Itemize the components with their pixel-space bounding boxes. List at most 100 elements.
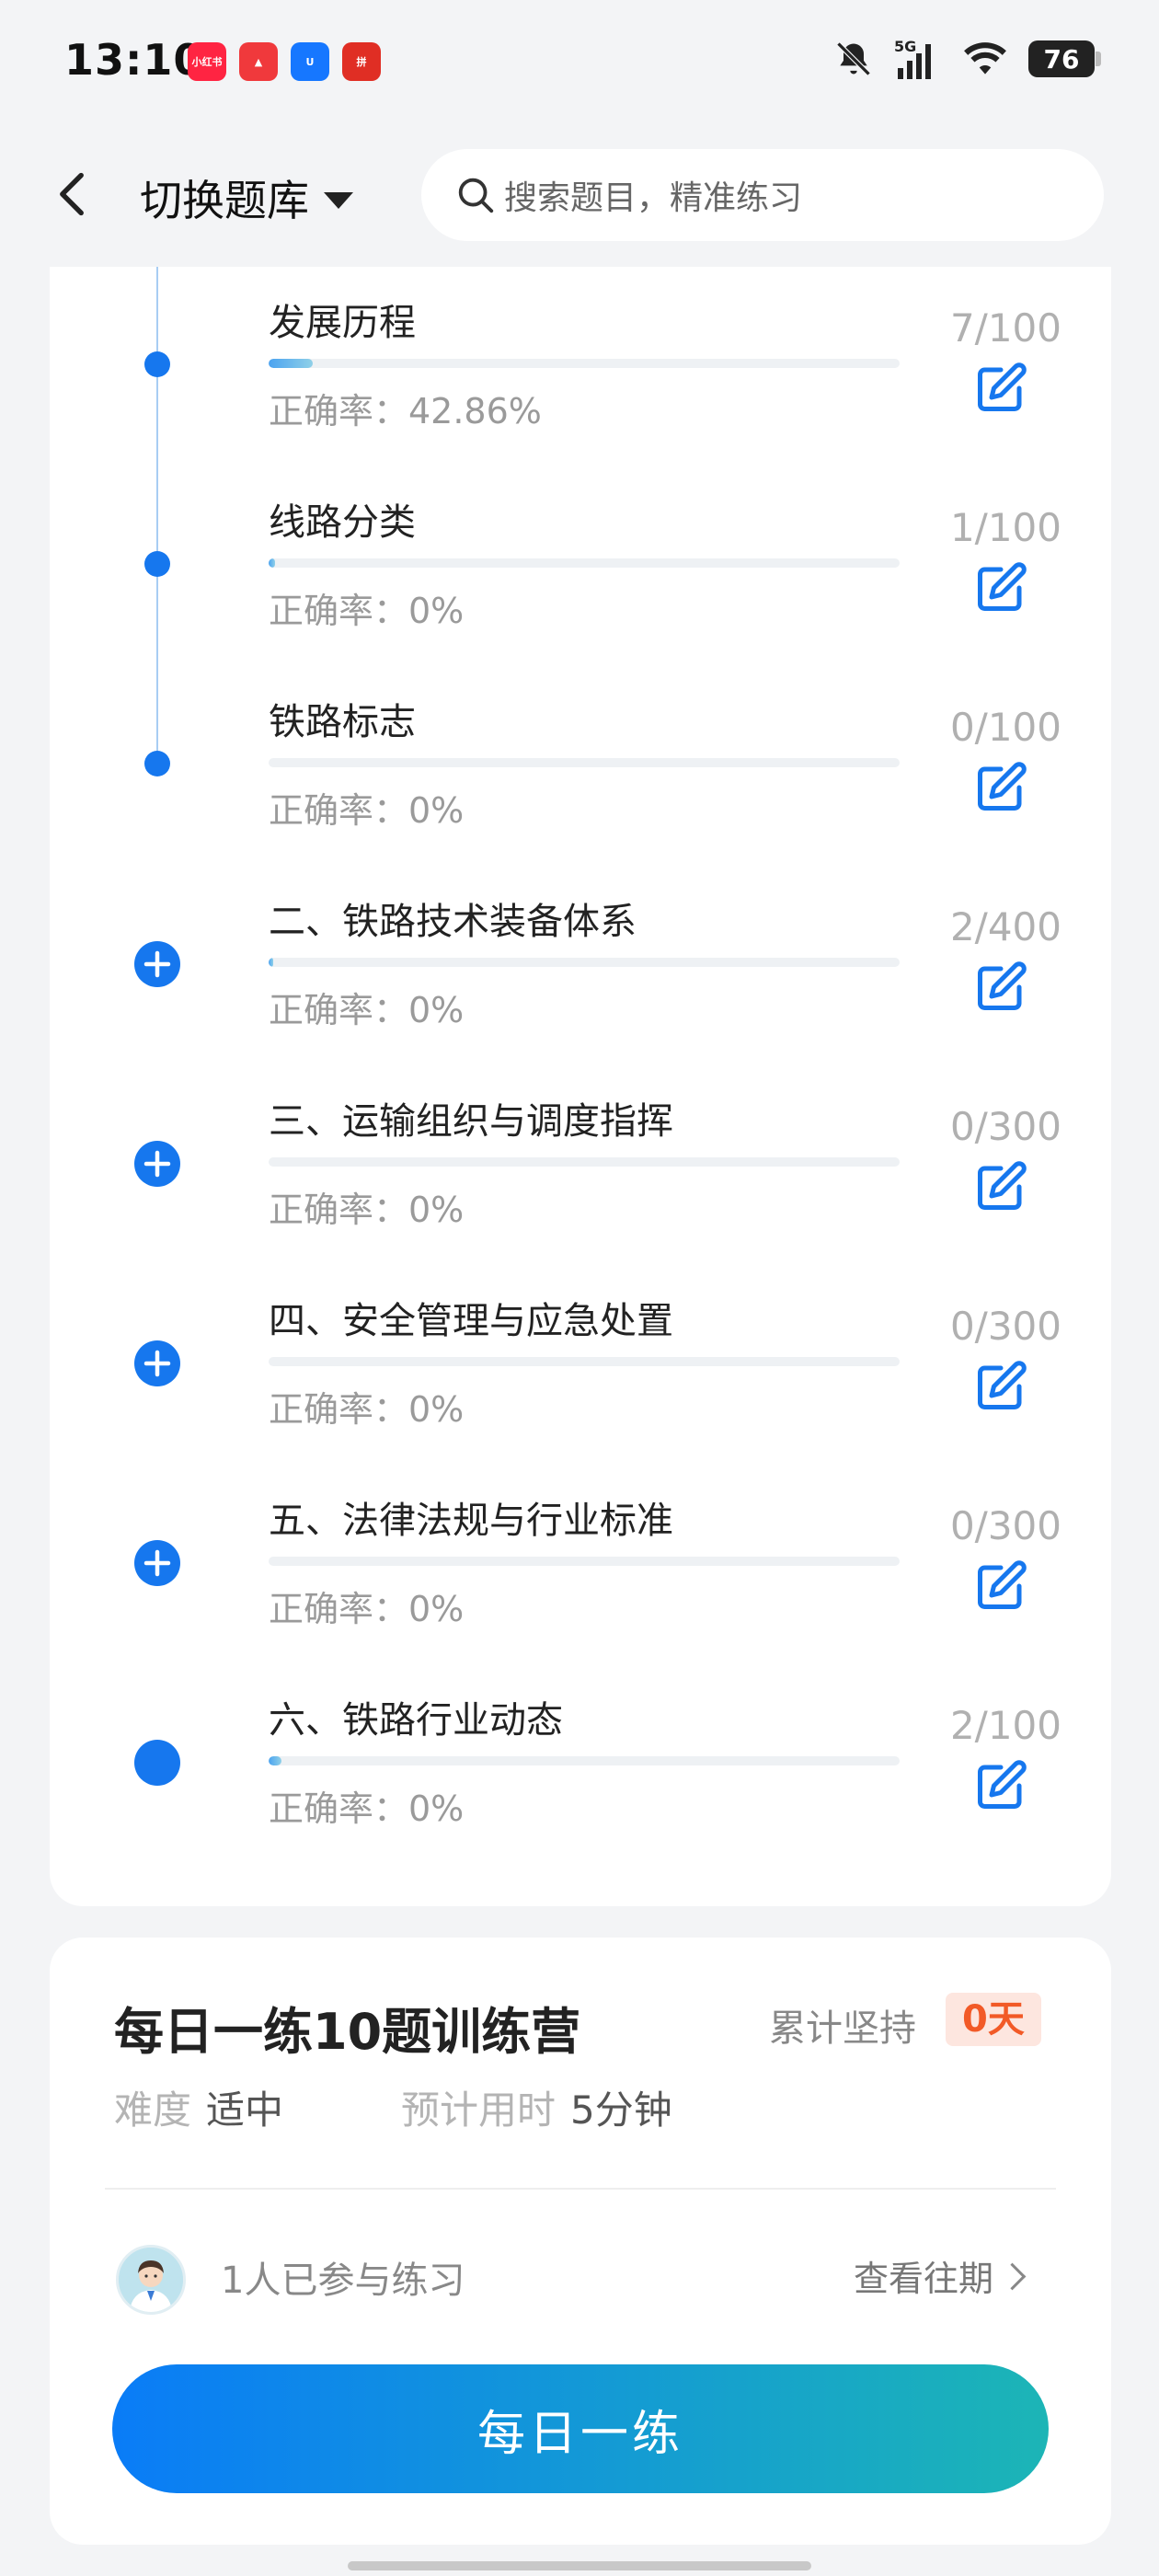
accuracy-text: 正确率：0% [269, 1788, 465, 1829]
search-bar[interactable]: 搜索题目，精准练习 [421, 149, 1104, 241]
mute-bell-icon [836, 41, 871, 76]
accuracy-text: 正确率：0% [269, 990, 465, 1030]
practice-edit-icon[interactable] [973, 1558, 1028, 1614]
status-indicators: 5G 76 [833, 37, 1101, 81]
expand-plus-icon[interactable] [134, 1340, 180, 1386]
timeline-dot-icon [144, 551, 170, 577]
difficulty-value: 适中 [206, 2087, 284, 2133]
practice-edit-icon[interactable] [973, 1758, 1028, 1813]
chapter-item[interactable]: 线路分类正确率：0% 1/100 [50, 466, 1111, 665]
persist-days-badge: 0天 [946, 1993, 1041, 2046]
training-title: 每日一练10题训练营 [114, 2003, 581, 2061]
chapter-title: 六、铁路行业动态 [269, 1699, 563, 1742]
estimated-time-info: 预计用时 5分钟 [401, 2079, 672, 2135]
page-title: 切换题库 [140, 176, 309, 225]
expand-plus-icon[interactable] [134, 941, 180, 987]
chapter-title: 二、铁路技术装备体系 [269, 901, 637, 943]
switch-bank-dropdown[interactable]: 切换题库 [140, 167, 353, 228]
chapter-item[interactable]: 发展历程正确率：42.86% 7/100 [50, 267, 1111, 466]
practice-edit-icon[interactable] [973, 960, 1028, 1015]
persist-label: 累计坚持 [769, 2007, 916, 2050]
back-arrow-icon [60, 172, 84, 216]
timeline-dot-icon [144, 351, 170, 377]
divider [105, 2188, 1056, 2190]
practice-edit-icon[interactable] [973, 560, 1028, 615]
progress-fill [269, 558, 275, 568]
chapter-item[interactable]: 五、法律法规与行业标准 正确率：0% 0/300 [50, 1465, 1111, 1663]
practice-edit-icon[interactable] [973, 760, 1028, 815]
practice-edit-icon[interactable] [973, 1359, 1028, 1414]
progress-bar [269, 758, 900, 767]
accuracy-text: 正确率：0% [269, 1589, 465, 1629]
progress-fill [269, 958, 273, 967]
chapter-title: 铁路标志 [269, 701, 416, 743]
xiaohongshu-icon: 小红书 [188, 42, 226, 81]
chapter-item[interactable]: 四、安全管理与应急处置 正确率：0% 0/300 [50, 1265, 1111, 1464]
chapter-title: 线路分类 [269, 501, 416, 544]
chapter-title: 五、法律法规与行业标准 [269, 1500, 673, 1542]
participant-avatar [116, 2245, 186, 2315]
question-count: 2/100 [949, 1703, 1061, 1748]
chapter-node-dot-icon [134, 1740, 180, 1786]
app-blue-icon: U [291, 42, 329, 81]
app-pdd-icon: 拼 [342, 42, 381, 81]
chapter-title: 发展历程 [269, 302, 416, 344]
chapter-title: 三、运输组织与调度指挥 [269, 1100, 673, 1143]
daily-practice-button[interactable]: 每日一练 [112, 2364, 1049, 2493]
question-count: 2/400 [949, 904, 1061, 949]
expand-plus-icon[interactable] [134, 1540, 180, 1586]
network-type-label: 5G [894, 38, 916, 55]
practice-edit-icon[interactable] [973, 1159, 1028, 1214]
daily-training-card: 每日一练10题训练营 累计坚持 0天 难度 适中 预计用时 5分钟 1人已参与练习 … [50, 1938, 1111, 2545]
difficulty-info: 难度 适中 [114, 2079, 283, 2135]
chapter-item[interactable]: 二、铁路技术装备体系 正确率：0% 2/400 [50, 866, 1111, 1064]
top-bar: 切换题库 搜索题目，精准练习 [0, 129, 1159, 267]
accuracy-text: 正确率：42.86% [269, 391, 542, 431]
progress-bar [269, 1157, 900, 1167]
practice-edit-icon[interactable] [973, 361, 1028, 416]
question-count: 0/100 [949, 705, 1061, 750]
question-count: 7/100 [949, 305, 1061, 351]
chapter-title: 四、安全管理与应急处置 [269, 1300, 673, 1342]
status-bar: 13:10 小红书 ▲ U 拼 5G 76 [0, 0, 1159, 129]
progress-bar [269, 1756, 900, 1765]
progress-bar [269, 1557, 900, 1566]
question-count: 0/300 [949, 1104, 1061, 1149]
question-count: 0/300 [949, 1503, 1061, 1548]
battery-indicator: 76 [1028, 40, 1101, 77]
expand-plus-icon[interactable] [134, 1141, 180, 1187]
accuracy-text: 正确率：0% [269, 1389, 465, 1430]
back-button[interactable] [44, 162, 99, 226]
accuracy-text: 正确率：0% [269, 790, 465, 831]
question-count: 0/300 [949, 1304, 1061, 1349]
progress-fill [269, 1756, 281, 1765]
accuracy-text: 正确率：0% [269, 1190, 465, 1230]
status-time: 13:10 [64, 35, 204, 85]
wifi-icon [964, 42, 1006, 75]
app-red-icon: ▲ [239, 42, 278, 81]
question-count: 1/100 [949, 505, 1061, 550]
notification-app-icons: 小红书 ▲ U 拼 [188, 42, 381, 81]
progress-bar [269, 958, 900, 967]
doctor-avatar-icon [119, 2248, 183, 2312]
timeline-dot-icon [144, 751, 170, 776]
progress-bar [269, 1357, 900, 1366]
view-history-link[interactable]: 查看往期 [854, 2250, 1027, 2301]
chapter-item[interactable]: 三、运输组织与调度指挥 正确率：0% 0/300 [50, 1065, 1111, 1264]
difficulty-label: 难度 [114, 2087, 192, 2133]
chapter-item[interactable]: 六、铁路行业动态 正确率：0% 2/100 [50, 1664, 1111, 1863]
dropdown-caret-icon [324, 192, 353, 209]
search-icon [458, 178, 494, 213]
progress-bar [269, 558, 900, 568]
chapter-item[interactable]: 铁路标志正确率：0% 0/100 [50, 666, 1111, 865]
view-history-label: 查看往期 [854, 2259, 994, 2299]
participants-text: 1人已参与练习 [221, 2260, 465, 2302]
chevron-right-icon [998, 2262, 1027, 2291]
home-indicator[interactable] [348, 2561, 811, 2570]
time-value: 5分钟 [570, 2087, 672, 2133]
search-placeholder: 搜索题目，精准练习 [504, 179, 803, 217]
accuracy-text: 正确率：0% [269, 591, 465, 631]
progress-fill [269, 359, 314, 368]
time-label: 预计用时 [401, 2087, 557, 2133]
cellular-signal-icon: 5G [894, 38, 931, 79]
